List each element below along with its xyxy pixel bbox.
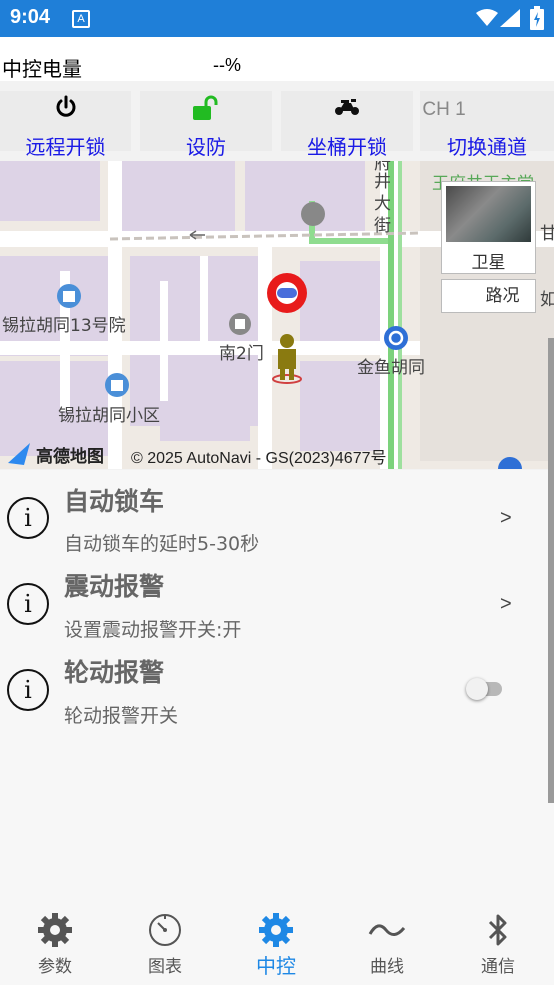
status-bar: 9:04 A [0,0,554,37]
power-row: 中控电量 --% [0,37,554,81]
wheel-alarm-desc: 轮动报警开关 [64,705,179,727]
nav-control-label: 中控 [256,954,296,978]
power-label: 中控电量 [2,57,82,81]
satellite-button[interactable]: 卫星 [441,181,536,274]
wheel-alarm-row: i 轮动报警 轮动报警开关 [0,642,554,728]
map-label-street-top: 府 [374,161,391,174]
gear-icon [221,910,331,950]
nav-chart-label: 图表 [148,957,182,977]
wave-icon [332,910,442,950]
toggle-thumb [466,678,488,700]
map-label-yard13: 锡拉胡同13号院 [2,316,126,336]
channel-indicator: CH 1 [422,99,466,120]
remote-unlock-button[interactable]: 远程开锁 [0,91,131,159]
nav-comm[interactable]: 通信 [443,900,553,985]
seat-unlock-label: 坐桶开锁 [307,135,387,159]
nav-params[interactable]: 参数 [0,900,110,985]
settings-list: i 自动锁车 自动锁车的延时5-30秒 > i 震动报警 设置震动报警开关:开 … [0,470,554,900]
map-label-edge1: 甘 [540,224,554,244]
battery-icon [530,6,544,30]
wifi-icon [476,9,498,26]
chevron-right-icon: > [500,507,512,529]
info-icon: i [7,497,49,539]
power-icon [0,95,131,123]
chevron-right-icon: > [500,593,512,615]
nav-curve[interactable]: 曲线 [332,900,442,985]
control-bar: 远程开锁 设防 坐桶开锁 CH 1 切换通道 [0,88,554,159]
wheel-alarm-title: 轮动报警 [64,658,165,687]
status-time: 9:04 [10,6,51,28]
satellite-label: 卫星 [471,253,506,273]
signal-icon [500,9,520,27]
map-copyright: © 2025 AutoNavi - GS(2023)4677号 [131,450,387,467]
map-view[interactable]: 锡拉胡同13号院 锡拉胡同小区 南2门 金鱼胡同 井 大 街 府 王府井王主堂 … [0,161,554,469]
map-label-street: 井 大 街 [374,172,391,236]
gear-icon [0,910,110,950]
notification-a-icon: A [72,10,90,28]
vibration-alarm-desc: 设置震动报警开关:开 [64,619,242,641]
arm-label: 设防 [186,135,226,159]
gauge-icon [110,910,220,950]
map-label-jinyu: 金鱼胡同 [357,358,425,378]
nav-chart[interactable]: 图表 [110,900,220,985]
nav-control[interactable]: 中控 [221,900,331,985]
switch-channel-label: 切换通道 [447,135,527,159]
bottom-nav: 参数 图表 中控 曲线 通信 [0,900,554,985]
satellite-thumbnail [446,186,531,242]
vibration-alarm-row[interactable]: i 震动报警 设置震动报警开关:开 > [0,556,554,642]
info-icon: i [7,583,49,625]
vibration-alarm-title: 震动报警 [64,572,165,601]
switch-channel-button[interactable]: CH 1 切换通道 [420,91,554,159]
bluetooth-icon [443,910,553,950]
map-brand: 高德地图 [36,447,104,467]
auto-lock-title: 自动锁车 [64,487,165,516]
power-value: --% [213,55,241,75]
traffic-label: 路况 [485,286,520,306]
wheel-alarm-toggle[interactable] [466,678,502,700]
motorcycle-icon [281,95,413,121]
remote-unlock-label: 远程开锁 [25,135,106,159]
nav-curve-label: 曲线 [370,957,404,977]
auto-lock-row[interactable]: i 自动锁车 自动锁车的延时5-30秒 > [0,470,554,556]
nav-params-label: 参数 [38,957,72,977]
scrollbar[interactable] [548,338,554,803]
info-icon: i [7,669,49,711]
map-label-gate: 南2门 [219,344,264,364]
traffic-button[interactable]: 路况 [441,279,536,313]
unlock-icon [140,95,272,125]
arm-button[interactable]: 设防 [140,91,272,159]
nav-comm-label: 通信 [481,957,515,977]
auto-lock-desc: 自动锁车的延时5-30秒 [64,533,260,555]
seat-unlock-button[interactable]: 坐桶开锁 [281,91,413,159]
map-label-edge2: 如 [540,290,554,310]
map-label-community: 锡拉胡同小区 [58,406,160,426]
